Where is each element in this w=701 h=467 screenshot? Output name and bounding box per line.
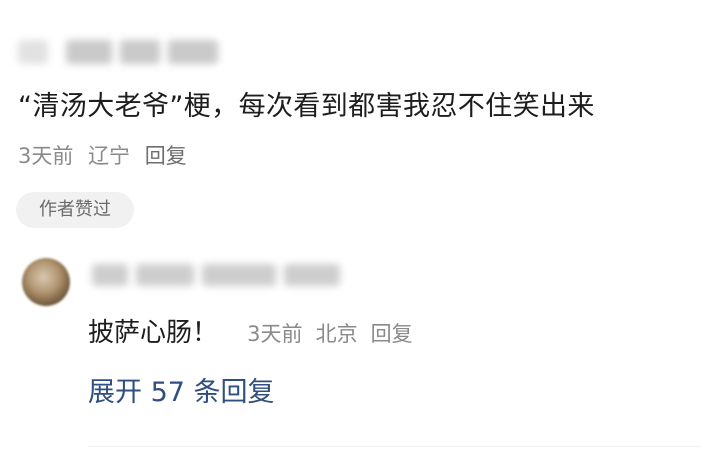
reply-time: 3天前 — [247, 322, 303, 346]
reply-reply-button[interactable]: 回复 — [371, 322, 413, 346]
reply-text: 披萨心肠！ — [88, 318, 219, 348]
blurred-username[interactable] — [18, 40, 218, 66]
comment-meta: 3天前 辽宁 回复 — [18, 140, 195, 170]
comment-time: 3天前 — [18, 144, 74, 168]
avatar[interactable] — [22, 258, 70, 306]
comment-location: 辽宁 — [88, 144, 131, 168]
reply-line: 披萨心肠！ 3天前 北京 回复 — [88, 312, 421, 349]
expand-replies-link[interactable]: 展开 57 条回复 — [88, 370, 275, 409]
comment-text: “清汤大老爷”梗，每次看到都害我忍不住笑出来 — [18, 91, 595, 122]
comment-reply-button[interactable]: 回复 — [145, 144, 187, 168]
blurred-reply-username[interactable] — [92, 264, 342, 290]
author-liked-badge: 作者赞过 — [16, 192, 134, 228]
comment-thread: “清汤大老爷”梗，每次看到都害我忍不住笑出来 3天前 辽宁 回复 作者赞过 披萨… — [0, 0, 701, 467]
divider — [88, 446, 701, 447]
reply-location: 北京 — [315, 322, 358, 346]
